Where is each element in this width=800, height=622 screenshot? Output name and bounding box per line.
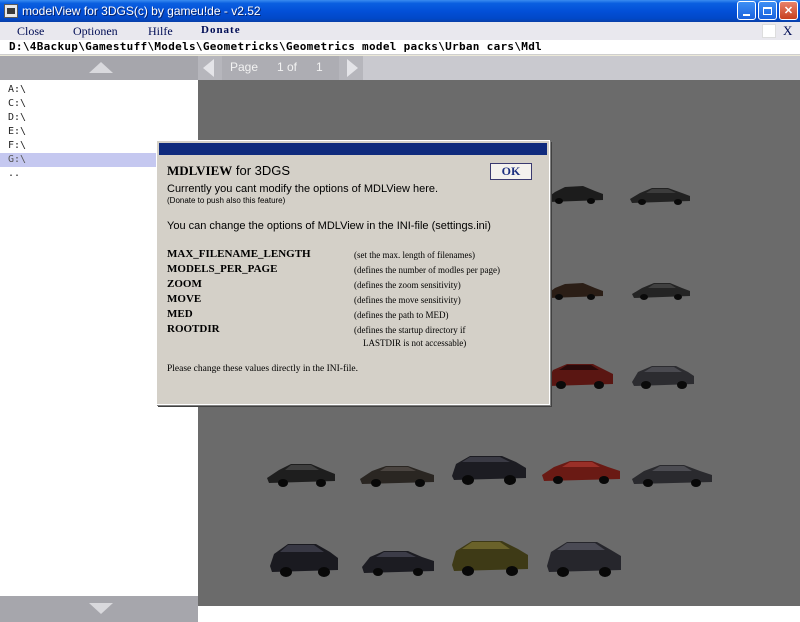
option-key: ZOOM <box>167 278 202 290</box>
drive-item-a[interactable]: A:\ <box>0 83 198 97</box>
next-page-button[interactable] <box>339 56 363 80</box>
drive-item-c[interactable]: C:\ <box>0 97 198 111</box>
dialog-app-name: MDLVIEW <box>167 163 233 178</box>
car-model[interactable] <box>545 276 605 304</box>
close-window-button[interactable]: ✕ <box>779 1 798 20</box>
car-model[interactable] <box>360 543 436 579</box>
scroll-up-button[interactable] <box>0 56 198 80</box>
window-controls: ✕ <box>737 1 798 20</box>
option-key: ROOTDIR <box>167 323 220 335</box>
car-model[interactable] <box>268 538 340 580</box>
page-of: of <box>287 60 298 74</box>
car-model[interactable] <box>630 360 696 394</box>
car-model[interactable] <box>540 453 622 489</box>
path-bar: D:\4Backup\Gamestuff\Models\Geometricks\… <box>0 40 800 55</box>
page-total: 1 <box>316 60 323 74</box>
dialog-message: Currently you cant modify the options of… <box>167 183 439 195</box>
option-key: MAX_FILENAME_LENGTH <box>167 248 311 260</box>
dialog-donate-note: (Donate to push also this feature) <box>167 196 286 205</box>
option-key: MOVE <box>167 293 202 305</box>
menu-close[interactable]: Close <box>17 24 44 39</box>
minimize-icon <box>743 13 750 16</box>
car-model[interactable] <box>450 450 528 488</box>
current-path: D:\4Backup\Gamestuff\Models\Geometricks\… <box>9 40 543 53</box>
option-key: MED <box>167 308 193 320</box>
car-model[interactable] <box>358 457 436 491</box>
status-strip <box>198 606 800 622</box>
dialog-app-suffix: for 3DGS <box>235 163 291 178</box>
prev-page-button[interactable] <box>198 56 222 80</box>
menu-donate[interactable]: Donate <box>201 24 241 36</box>
menu-bar: Close Optionen Hilfe Donate X <box>0 22 800 40</box>
option-desc: (defines the path to MED) <box>354 310 449 320</box>
option-key: MODELS_PER_PAGE <box>167 263 278 275</box>
car-model[interactable] <box>265 456 337 492</box>
drive-item-d[interactable]: D:\ <box>0 111 198 125</box>
option-desc: (defines the zoom sensitivity) <box>354 280 461 290</box>
arrow-down-icon <box>89 603 113 614</box>
close-icon: ✕ <box>783 5 794 17</box>
dialog-ini-note: You can change the options of MDLView in… <box>167 220 491 232</box>
option-desc: (defines the number of modles per page) <box>354 265 500 275</box>
dialog-title-bar <box>159 143 547 155</box>
menu-hilfe[interactable]: Hilfe <box>148 24 173 39</box>
menu-optionen[interactable]: Optionen <box>73 24 118 39</box>
page-bar: Page 1 of 1 <box>198 56 800 80</box>
menubar-close-button[interactable]: X <box>783 23 792 39</box>
car-model[interactable] <box>630 457 714 491</box>
dialog-footer: Please change these values directly in t… <box>167 364 358 374</box>
title-bar: modelView for 3DGS(c) by gameu!de - v2.5… <box>0 0 800 22</box>
triangle-right-icon <box>347 59 358 77</box>
car-model[interactable] <box>545 536 623 580</box>
option-desc: (defines the move sensitivity) <box>354 295 461 305</box>
arrow-up-icon <box>89 62 113 73</box>
window-title: modelView for 3DGS(c) by gameu!de - v2.5… <box>22 4 261 18</box>
maximize-button[interactable] <box>758 1 777 20</box>
maximize-icon <box>763 6 772 15</box>
menubar-checkbox[interactable] <box>762 24 776 38</box>
car-model[interactable] <box>545 358 615 394</box>
app-icon <box>4 4 18 18</box>
car-model[interactable] <box>628 181 692 209</box>
ok-button[interactable]: OK <box>490 163 532 180</box>
page-label: Page <box>230 60 259 74</box>
car-model[interactable] <box>630 276 692 304</box>
drive-item-e[interactable]: E:\ <box>0 125 198 139</box>
option-desc: (defines the startup directory if <box>354 325 466 335</box>
car-model[interactable] <box>545 180 605 208</box>
page-current: 1 <box>277 60 284 74</box>
minimize-button[interactable] <box>737 1 756 20</box>
option-desc-cont: LASTDIR is not accessable) <box>363 338 467 348</box>
triangle-left-icon <box>203 59 214 77</box>
dialog-heading: MDLVIEW for 3DGS <box>167 163 290 179</box>
option-desc: (set the max. length of filenames) <box>354 250 475 260</box>
scroll-down-button[interactable] <box>0 596 198 622</box>
car-model[interactable] <box>450 535 530 579</box>
options-dialog: MDLVIEW for 3DGS OK Currently you cant m… <box>156 140 550 405</box>
